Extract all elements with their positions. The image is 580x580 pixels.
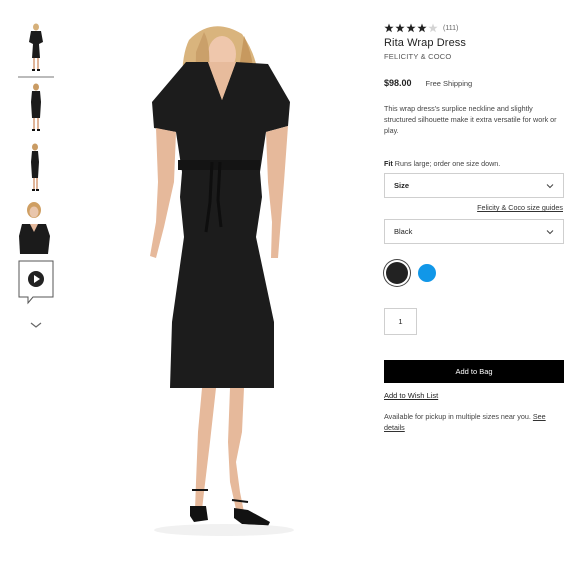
thumbnail-2[interactable]	[18, 82, 54, 134]
price-row: $98.00 Free Shipping	[384, 78, 564, 88]
thumbnail-4[interactable]	[18, 202, 54, 254]
swatch-black[interactable]	[386, 262, 408, 284]
thumbnail-3[interactable]	[18, 142, 54, 194]
product-brand[interactable]: FELICITY & COCO	[384, 52, 564, 61]
swatch-blue[interactable]	[418, 264, 436, 282]
shipping-note: Free Shipping	[425, 79, 473, 88]
star-rating	[384, 23, 439, 33]
fit-text: Runs large; order one size down.	[394, 159, 501, 168]
star-icon	[428, 23, 438, 33]
rating[interactable]: (111)	[384, 22, 564, 34]
pickup-text: Available for pickup in multiple sizes n…	[384, 412, 531, 421]
star-icon	[395, 23, 405, 33]
thumbnail-active-indicator	[18, 76, 54, 78]
size-select[interactable]: Size	[384, 173, 564, 198]
product-info: (111) Rita Wrap Dress FELICITY & COCO $9…	[384, 22, 564, 168]
product-description: This wrap dress's surplice neckline and …	[384, 104, 557, 135]
size-guide-link[interactable]: Felicity & Coco size guides	[477, 203, 563, 212]
chevron-down-icon	[546, 229, 554, 234]
star-icon	[406, 23, 416, 33]
chevron-down-icon[interactable]	[29, 320, 43, 330]
review-count[interactable]: (111)	[443, 25, 458, 32]
size-select-label: Size	[394, 181, 410, 190]
video-thumbnail[interactable]	[18, 260, 54, 310]
color-select-value: Black	[394, 227, 413, 236]
chevron-down-icon	[546, 183, 554, 188]
fit-note: Fit Runs large; order one size down.	[384, 159, 564, 168]
pickup-availability: Available for pickup in multiple sizes n…	[384, 411, 562, 433]
add-to-bag-button[interactable]: Add to Bag	[384, 360, 564, 383]
fit-label: Fit	[384, 159, 393, 168]
product-title: Rita Wrap Dress	[384, 37, 466, 49]
color-select[interactable]: Black	[384, 219, 564, 244]
thumbnail-1[interactable]	[18, 22, 54, 74]
star-icon	[417, 23, 427, 33]
quantity-input[interactable]: 1	[384, 308, 417, 335]
product-price: $98.00	[384, 78, 412, 88]
add-to-wish-list-link[interactable]: Add to Wish List	[384, 391, 438, 400]
star-icon	[384, 23, 394, 33]
product-hero-image	[150, 26, 294, 536]
